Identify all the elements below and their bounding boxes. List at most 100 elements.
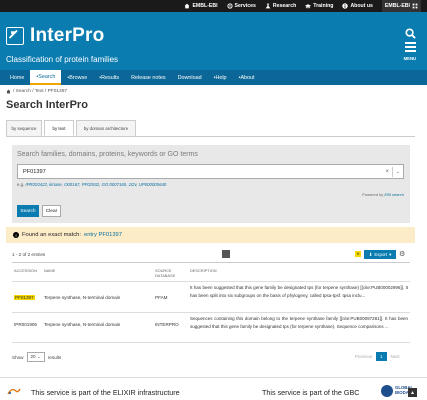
breadcrumb-text[interactable]: / Search / Text / PF01397 [13, 89, 67, 94]
nav-release-notes[interactable]: Release notes [125, 70, 171, 85]
tab-by-text[interactable]: by text [44, 120, 74, 136]
row2-description: Sequences containing this domain belong … [190, 316, 408, 329]
row1-accession-text: PF01397 [14, 295, 35, 300]
col-header-description[interactable]: Description [190, 268, 217, 273]
services-icon [226, 3, 233, 9]
tab-by-sequence[interactable]: by sequence [6, 120, 42, 136]
export-button[interactable]: ⬇ Export ▾ [364, 250, 396, 259]
info-icon [342, 3, 349, 9]
ebi-about-link[interactable]: About us [342, 3, 373, 9]
training-icon [305, 4, 312, 9]
tab-divider [6, 136, 415, 137]
chevron-down-icon[interactable]: ⌄ [396, 169, 400, 175]
exact-match-link[interactable]: entry PF01397 [84, 232, 122, 238]
tab-by-domain-architecture-label: by domain architecture [83, 126, 129, 131]
ebi-home-link[interactable]: EMBL-EBI [184, 3, 218, 9]
show-label: Show [12, 354, 24, 360]
hamburger-menu-icon[interactable] [405, 42, 416, 54]
row2-name[interactable]: Terpene synthase, N-terminal domain [44, 322, 120, 327]
gbc-text: This service is part of the GBC [262, 388, 360, 397]
interpro-logo-icon[interactable] [6, 27, 24, 45]
ebi-training-link[interactable]: Training [305, 3, 333, 9]
highlight-toggle-icon[interactable]: H [355, 251, 361, 257]
header-divider [12, 281, 410, 282]
text-search-panel: Search families, domains, proteins, keyw… [12, 145, 410, 223]
col-header-source[interactable]: Source database [155, 268, 185, 278]
menu-label[interactable]: MENU [404, 56, 416, 61]
examples-links[interactable]: IPR020422, kinase, O00167, PF02932, GO:0… [25, 182, 166, 187]
search-input-value: PF01397 [23, 168, 46, 175]
page-title: Search InterPro [6, 99, 88, 111]
results-count: 1 - 2 of 2 entries [12, 252, 46, 257]
embl-label: EMBL-EBI [384, 3, 410, 9]
row-divider [12, 342, 410, 343]
tab-by-domain-architecture[interactable]: by domain architecture [76, 120, 136, 136]
gear-icon[interactable]: ⚙ [399, 250, 405, 258]
nav-about[interactable]: • About [233, 70, 261, 85]
search-heading: Search families, domains, proteins, keyw… [17, 151, 198, 158]
nav-help-label: Help [215, 74, 227, 81]
nav-home-label: Home [10, 74, 25, 81]
ebi-global-bar: EMBL-EBI Services Research Training Abou… [0, 0, 427, 12]
row1-source: PFAM [155, 295, 168, 300]
masthead: InterPro Classification of protein famil… [0, 12, 427, 70]
infrastructure-footer: This service is part of the ELIXIR infra… [0, 377, 427, 400]
page-size-value: 20 [30, 354, 36, 359]
nav-help[interactable]: • Help [208, 70, 233, 85]
ebi-research-label: Research [272, 3, 297, 9]
gbc-logo-icon[interactable] [381, 385, 393, 397]
page-size-control: Show 20 ⌄ results [12, 352, 61, 362]
next-page-button[interactable]: Next [391, 354, 400, 359]
download-icon: ⬇ [368, 251, 373, 257]
current-page-button[interactable]: 1 [376, 352, 387, 361]
nav-download-label: Download [177, 74, 202, 81]
brand-title[interactable]: InterPro [30, 25, 104, 47]
elixir-logo-icon[interactable] [7, 387, 21, 396]
brand-tagline: Classification of protein families [6, 55, 119, 64]
embl-icon [412, 3, 418, 9]
header-search-icon[interactable] [405, 28, 416, 41]
tab-by-text-label: by text [52, 125, 66, 131]
search-input[interactable]: PF01397 × ⌄ [17, 164, 404, 179]
nav-about-label: About [240, 74, 255, 81]
page-size-select[interactable]: 20 ⌄ [26, 352, 45, 362]
ebi-research-link[interactable]: Research [265, 3, 296, 9]
ebi-training-label: Training [313, 3, 334, 9]
home-icon [185, 3, 190, 9]
nav-download[interactable]: Download [172, 70, 208, 85]
search-button[interactable]: Search [17, 205, 39, 217]
ebi-about-label: About us [350, 3, 373, 9]
nav-browse-label: Browse [69, 74, 88, 81]
examples-prefix: e.g. [17, 182, 25, 187]
previous-page-button[interactable]: Previous [355, 354, 372, 359]
grid-view-icon[interactable] [222, 250, 230, 258]
exact-match-prefix: Found an exact match: [22, 232, 81, 238]
search-tabs: by sequence by text by domain architectu… [6, 120, 136, 136]
row1-accession[interactable]: PF01397 [14, 295, 35, 300]
home-icon[interactable] [6, 89, 11, 94]
nav-results[interactable]: • Results [93, 70, 125, 85]
col-header-name[interactable]: Name [44, 268, 55, 273]
nav-release-notes-label: Release notes [131, 74, 166, 81]
embl-ebi-dropdown[interactable]: EMBL-EBI [381, 0, 421, 12]
row2-source: INTERPRO [155, 322, 179, 327]
row-divider [12, 312, 410, 313]
powered-prefix: Powered by [362, 192, 384, 197]
row2-accession[interactable]: IPR001906 [14, 322, 37, 327]
row1-name[interactable]: Terpene synthase, N-terminal domain [44, 295, 120, 300]
info-icon: ! [13, 232, 19, 238]
ebi-services-link[interactable]: Services [226, 3, 256, 9]
nav-home[interactable]: Home [4, 70, 30, 85]
ebi-search-link[interactable]: EBI search [384, 192, 404, 197]
scroll-to-top-icon[interactable]: ▲ [408, 388, 417, 397]
clear-button[interactable]: Clear [42, 205, 61, 217]
research-icon [265, 3, 271, 9]
table-top-border [12, 262, 410, 263]
elixir-text: This service is part of the ELIXIR infra… [31, 388, 180, 397]
col-header-accession[interactable]: Accession [14, 268, 37, 273]
chevron-down-icon: ▾ [389, 251, 392, 257]
main-nav: Home • Search • Browse • Results Release… [0, 70, 427, 85]
nav-search[interactable]: • Search [30, 70, 62, 85]
nav-browse[interactable]: • Browse [61, 70, 93, 85]
clear-input-icon[interactable]: × [385, 169, 389, 175]
